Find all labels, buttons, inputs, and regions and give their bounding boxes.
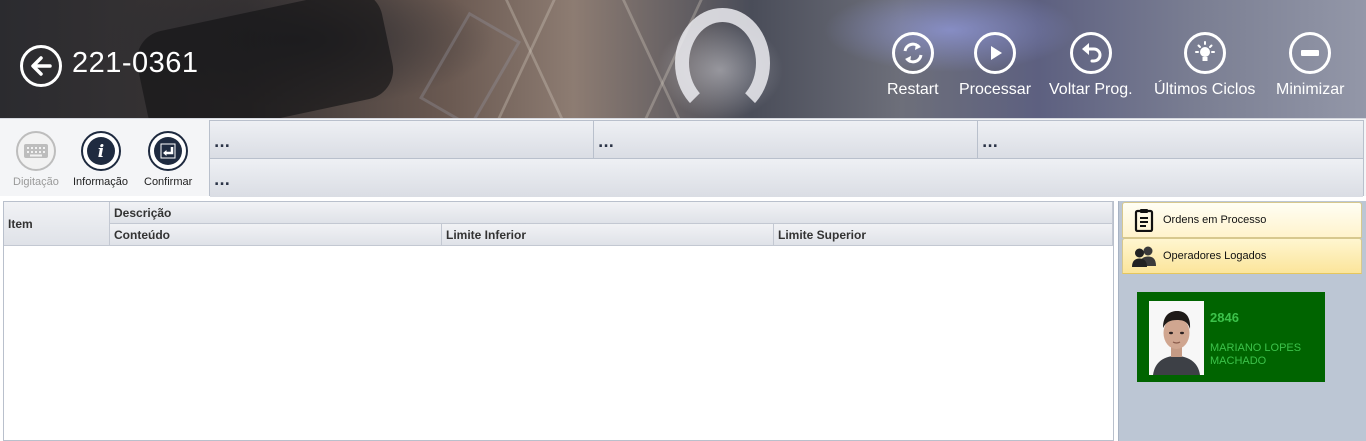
info-cell: ... xyxy=(210,121,594,159)
info-cell: ... xyxy=(978,121,1363,159)
operator-photo xyxy=(1149,301,1204,375)
lightbulb-icon xyxy=(1194,41,1215,61)
voltar-prog-label: Voltar Prog. xyxy=(1049,81,1133,98)
svg-text:i: i xyxy=(97,142,103,162)
column-group-descricao[interactable]: Descrição xyxy=(110,202,1113,224)
play-icon xyxy=(991,46,1003,60)
info-cell: ... xyxy=(594,121,978,159)
ultimos-ciclos-label: Últimos Ciclos xyxy=(1154,81,1256,98)
ultimos-ciclos-button[interactable]: Últimos Ciclos xyxy=(1154,32,1255,99)
operator-name: MARIANO LOPES MACHADO xyxy=(1210,342,1302,367)
digitacao-label: Digitação xyxy=(13,176,59,188)
column-header-limite-superior[interactable]: Limite Superior xyxy=(774,224,1113,246)
column-header-limite-inferior[interactable]: Limite Inferior xyxy=(442,224,774,246)
processar-label: Processar xyxy=(959,81,1032,98)
undo-arrow-icon xyxy=(1081,43,1102,63)
info-grid: ... ... ... ... xyxy=(209,120,1364,197)
avatar xyxy=(1149,301,1204,375)
info-cell: ... xyxy=(210,159,1363,197)
voltar-prog-button[interactable]: Voltar Prog. xyxy=(1049,32,1133,99)
operator-id: 2846 xyxy=(1210,310,1239,325)
header-banner: 221-0361 Restart Processar Voltar Prog. … xyxy=(0,0,1366,118)
minimizar-label: Minimizar xyxy=(1276,81,1345,98)
restart-label: Restart xyxy=(887,81,939,98)
tab-ordens-em-processo[interactable]: Ordens em Processo xyxy=(1122,202,1362,238)
informacao-label: Informação xyxy=(73,176,129,188)
page-title: 221-0361 xyxy=(72,47,199,79)
refresh-icon xyxy=(903,42,923,64)
tab-operadores-logados[interactable]: Operadores Logados xyxy=(1122,238,1362,274)
users-icon xyxy=(1132,246,1156,267)
informacao-button[interactable]: i Informação xyxy=(73,131,128,188)
confirmar-label: Confirmar xyxy=(144,176,193,188)
right-panel: Ordens em Processo Operadores Logados 28… xyxy=(1118,201,1366,441)
confirmar-button[interactable]: Confirmar xyxy=(144,131,192,188)
column-header-item[interactable]: Item xyxy=(4,202,110,246)
info-icon: i xyxy=(86,137,115,165)
tab-operadores-label: Operadores Logados xyxy=(1163,250,1267,262)
digitacao-button[interactable]: Digitação xyxy=(13,131,59,188)
parameters-table[interactable]: Item Descrição Conteúdo Limite Inferior … xyxy=(3,201,1114,441)
keyboard-icon xyxy=(23,144,48,158)
tab-ordens-label: Ordens em Processo xyxy=(1163,214,1267,226)
restart-button[interactable]: Restart xyxy=(887,32,939,99)
minus-icon xyxy=(1301,50,1320,56)
arrow-left-icon xyxy=(31,56,52,76)
minimizar-button[interactable]: Minimizar xyxy=(1276,32,1344,99)
operator-card[interactable]: 2846 MARIANO LOPES MACHADO xyxy=(1137,292,1325,382)
clipboard-icon xyxy=(1134,209,1154,232)
back-button[interactable] xyxy=(20,45,62,87)
processar-button[interactable]: Processar xyxy=(959,32,1031,99)
enter-icon xyxy=(154,137,183,165)
column-header-conteudo[interactable]: Conteúdo xyxy=(110,224,442,246)
